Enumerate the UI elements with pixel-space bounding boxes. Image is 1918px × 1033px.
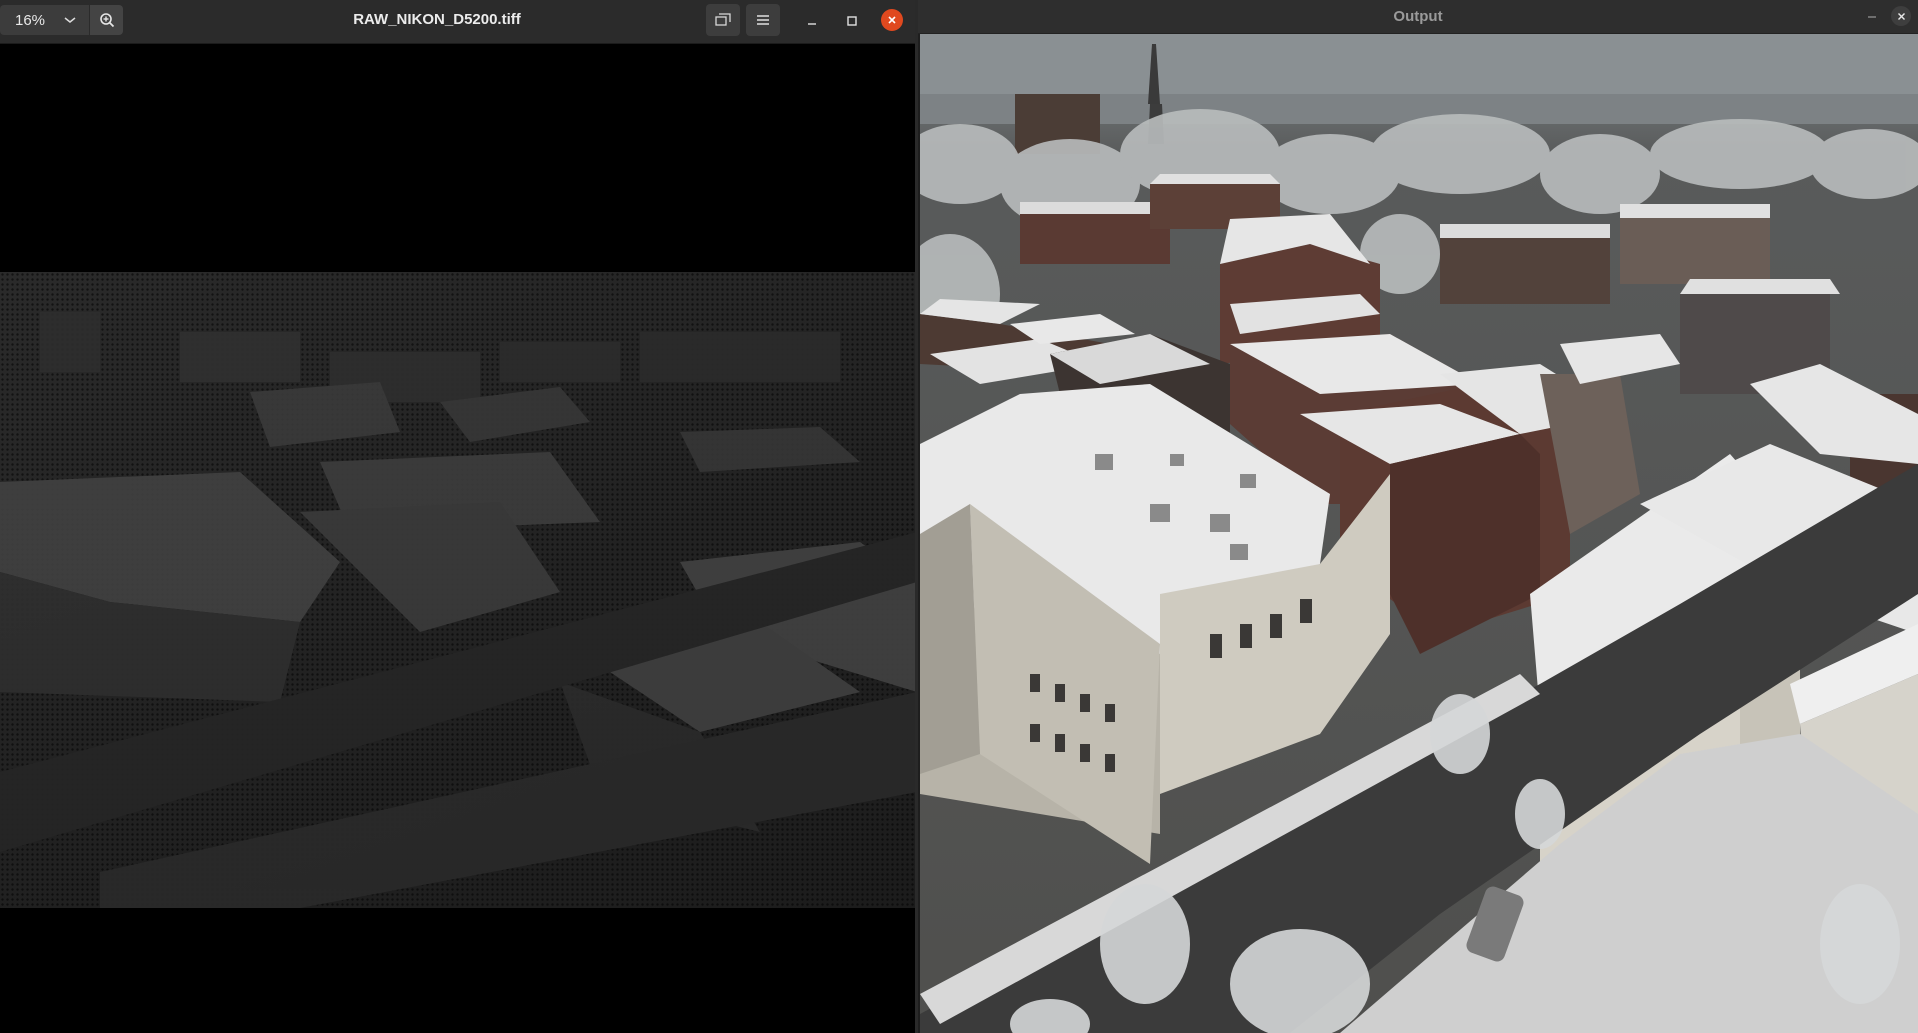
zoom-in-icon bbox=[99, 13, 114, 28]
minimize-button[interactable] bbox=[800, 9, 824, 33]
zoom-level-value: 16% bbox=[15, 11, 46, 29]
output-minimize-button[interactable] bbox=[1862, 6, 1882, 26]
output-close-button[interactable] bbox=[1891, 6, 1911, 26]
maximize-icon bbox=[847, 16, 857, 26]
output-header-bar: Output bbox=[918, 0, 1918, 34]
main-menu-button[interactable] bbox=[746, 4, 780, 36]
gallery-button[interactable] bbox=[706, 4, 740, 36]
close-button[interactable] bbox=[881, 9, 903, 31]
processed-photo-town-in-snow bbox=[920, 34, 1918, 1033]
hamburger-menu-icon bbox=[757, 15, 769, 25]
minimize-icon bbox=[1868, 16, 1876, 18]
close-icon bbox=[1897, 12, 1905, 20]
minimize-icon bbox=[808, 23, 816, 25]
zoom-in-button[interactable] bbox=[90, 5, 123, 35]
chevron-down-icon bbox=[64, 17, 76, 23]
photo-content bbox=[920, 34, 1918, 1033]
raw-image-content bbox=[0, 312, 917, 908]
output-window: Output bbox=[918, 0, 1918, 1033]
gallery-icon bbox=[715, 13, 731, 26]
zoom-level-dropdown[interactable]: 16% bbox=[0, 5, 89, 35]
image-viewer-window: 16% RAW_NIKON_D5200.tiff bbox=[0, 0, 917, 1033]
image-canvas[interactable] bbox=[0, 44, 917, 1033]
maximize-button[interactable] bbox=[840, 9, 864, 33]
raw-image-preview bbox=[0, 272, 917, 908]
window-title: RAW_NIKON_D5200.tiff bbox=[353, 11, 521, 28]
output-window-title: Output bbox=[1393, 8, 1443, 25]
close-icon bbox=[888, 16, 896, 24]
viewer-header-bar: 16% RAW_NIKON_D5200.tiff bbox=[0, 0, 917, 44]
